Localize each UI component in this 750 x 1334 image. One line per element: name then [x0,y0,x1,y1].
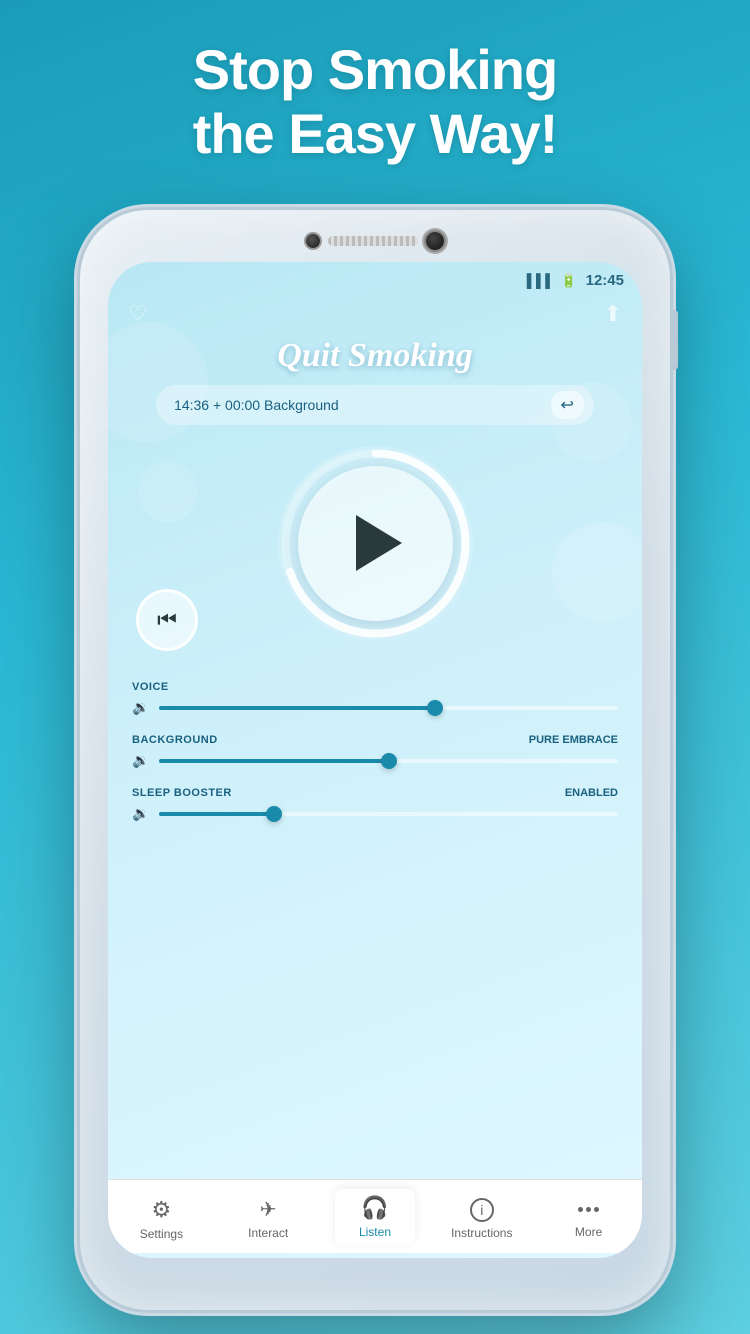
background-value: PURE EMBRACE [529,734,618,746]
background-slider[interactable] [159,759,618,763]
duration-text: 14:36 + 00:00 Background [174,397,542,413]
phone-top-hardware [306,232,444,250]
phone-frame: ▌▌▌ 🔋 12:45 ♡ ⬆ Quit Smoking 14:36 + 00:… [80,210,670,1310]
nav-item-more[interactable]: More [549,1199,629,1239]
nav-item-interact[interactable]: ✈ Interact [228,1197,308,1240]
nav-item-settings[interactable]: ⚙ Settings [121,1197,201,1241]
sleep-booster-fill [159,812,274,816]
background-volume-icon: 🔉 [132,752,149,769]
voice-fill [159,706,434,710]
phone-body: ▌▌▌ 🔋 12:45 ♡ ⬆ Quit Smoking 14:36 + 00:… [80,210,670,1310]
progress-ring [278,446,473,641]
duration-bar: 14:36 + 00:00 Background ↩ [156,385,594,425]
skip-back-icon: ⏮ [157,607,177,633]
background-thumb[interactable] [381,753,397,769]
header-title: Stop Smoking the Easy Way! [0,0,750,167]
more-label: More [575,1225,602,1239]
skip-back-button[interactable]: ⏮ [136,589,198,651]
player-area: ⏮ [108,443,642,643]
instructions-label: Instructions [451,1226,512,1240]
bottom-nav: ⚙ Settings ✈ Interact 🎧 Listen i Instruc… [108,1179,642,1253]
loop-button[interactable]: ↩ [551,391,584,419]
sleep-booster-value: ENABLED [565,787,618,799]
phone-screen: ▌▌▌ 🔋 12:45 ♡ ⬆ Quit Smoking 14:36 + 00:… [108,262,642,1258]
background-fill [159,759,388,763]
sliders-section: VOICE 🔉 [108,661,642,840]
share-icon[interactable]: ⬆ [604,301,622,327]
voice-slider-row: VOICE 🔉 [132,681,618,716]
sleep-booster-slider[interactable] [159,812,618,816]
interact-icon: ✈ [260,1197,277,1222]
interact-label: Interact [248,1226,288,1240]
voice-slider[interactable] [159,706,618,710]
sleep-booster-volume-icon: 🔉 [132,805,149,822]
header-section: Stop Smoking the Easy Way! [0,0,750,167]
background-slider-row: BACKGROUND PURE EMBRACE 🔉 [132,734,618,769]
clock: 12:45 [586,272,624,289]
settings-label: Settings [140,1227,183,1241]
app-icon-row: ♡ ⬆ [108,293,642,335]
favorite-icon[interactable]: ♡ [128,301,148,327]
signal-icon: ▌▌▌ [527,273,555,288]
instructions-icon: i [470,1198,494,1222]
nav-item-instructions[interactable]: i Instructions [442,1198,522,1240]
app-screen: ♡ ⬆ Quit Smoking 14:36 + 00:00 Backgroun… [108,293,642,1253]
voice-volume-icon: 🔉 [132,699,149,716]
voice-label: VOICE [132,681,169,693]
nav-item-listen[interactable]: 🎧 Listen [335,1189,415,1245]
listen-icon: 🎧 [361,1195,388,1221]
status-bar: ▌▌▌ 🔋 12:45 [108,262,642,293]
settings-icon: ⚙ [152,1197,172,1223]
background-label: BACKGROUND [132,734,218,746]
front-camera [426,232,444,250]
front-camera-dot [306,234,320,248]
battery-icon: 🔋 [560,273,576,289]
app-title: Quit Smoking [277,337,473,375]
listen-label: Listen [359,1225,391,1239]
progress-ring-svg [278,446,473,641]
sleep-booster-label: SLEEP BOOSTER [132,787,232,799]
more-icon [578,1199,599,1221]
sleep-booster-slider-row: SLEEP BOOSTER ENABLED 🔉 [132,787,618,822]
speaker-grille [328,236,418,246]
sleep-booster-thumb[interactable] [266,806,282,822]
voice-thumb[interactable] [427,700,443,716]
